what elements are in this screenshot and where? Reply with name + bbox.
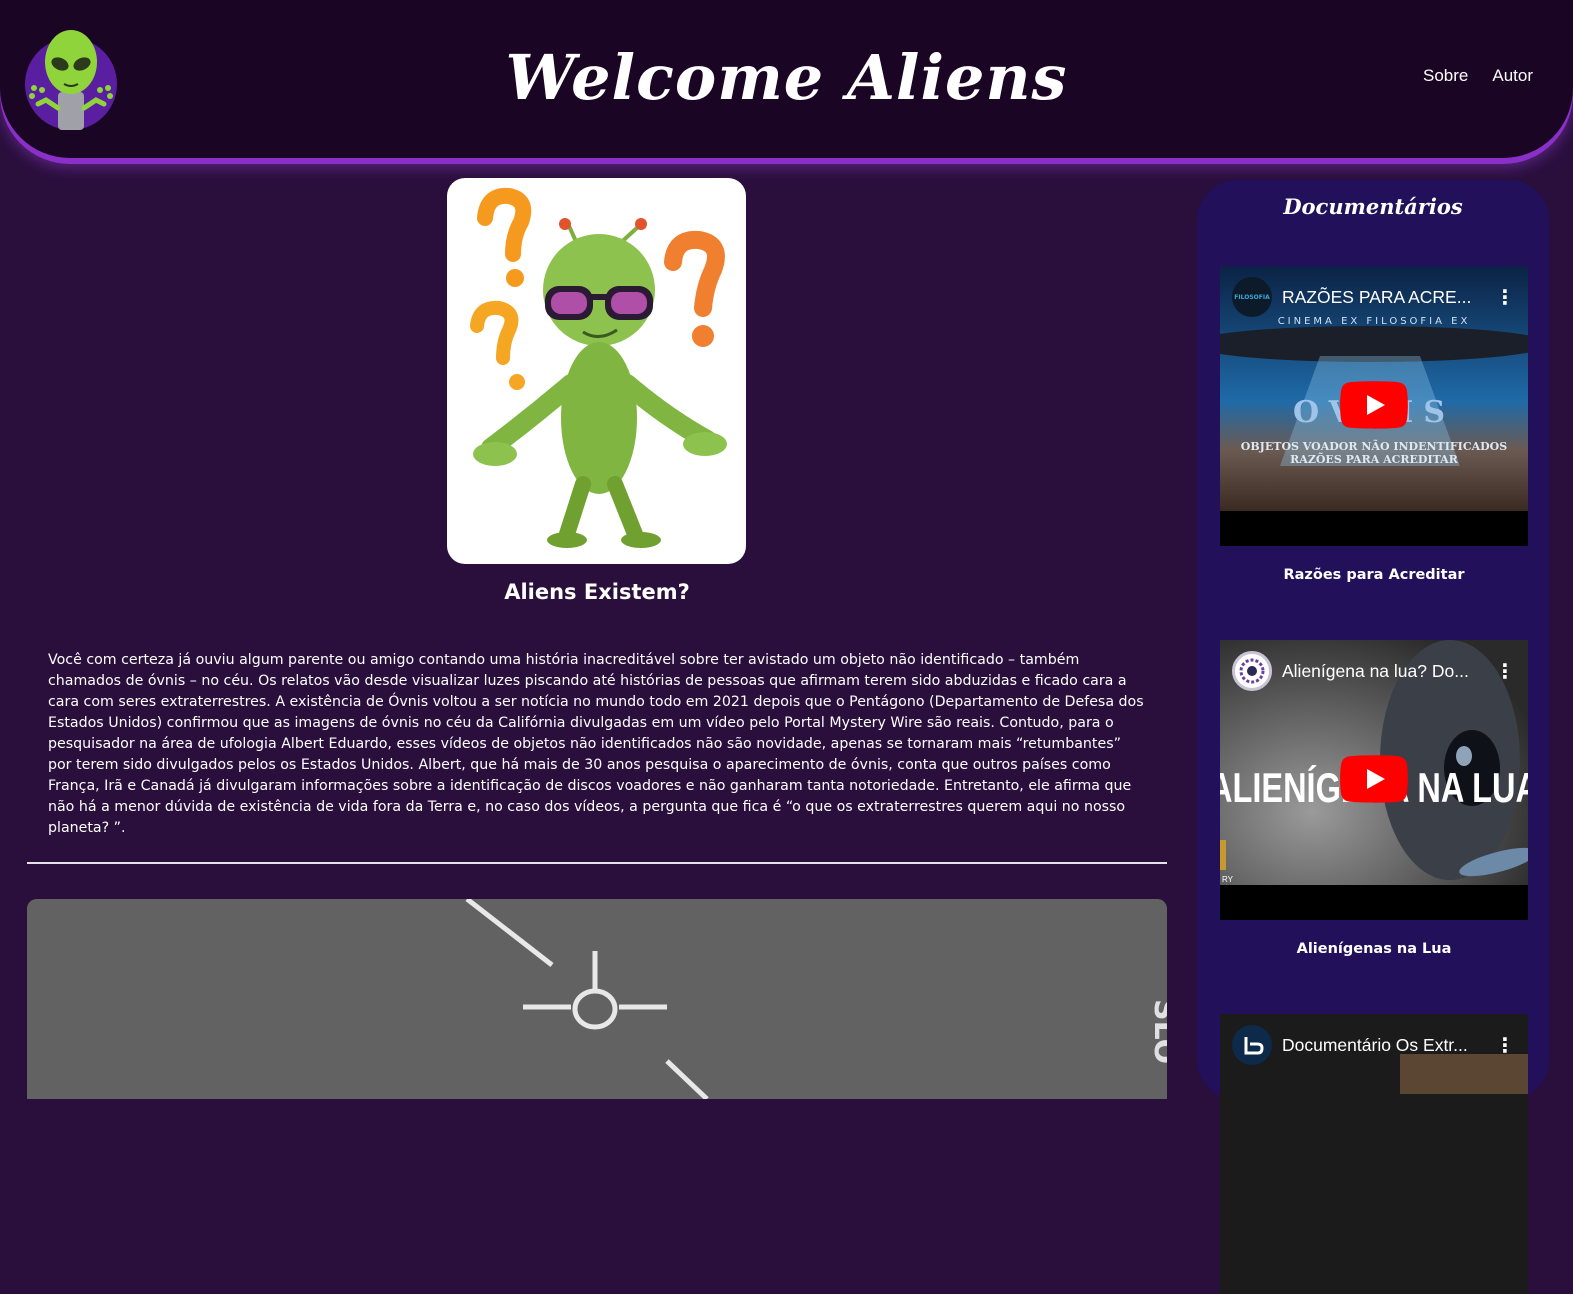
more-vert-icon[interactable]: ⋮	[1494, 1033, 1516, 1057]
thumb-corner-2: RY	[1222, 875, 1234, 884]
doc-header-3: Documentário Os Extr... ⋮	[1220, 1014, 1528, 1076]
ufo-video-player[interactable]: SLO	[27, 899, 1167, 1099]
video-title-3[interactable]: Documentário Os Extr...	[1282, 1035, 1494, 1056]
video-title-1[interactable]: RAZÕES PARA ACRE...	[1282, 287, 1494, 308]
doc-label-2: Alienígenas na Lua	[1296, 941, 1452, 957]
doc-header-1: FILOSOFIA RAZÕES PARA ACRE... ⋮	[1220, 266, 1528, 328]
article-text: Você com certeza já ouviu algum parente …	[48, 652, 1144, 836]
channel-avatar-3[interactable]	[1232, 1025, 1272, 1065]
more-vert-icon[interactable]: ⋮	[1494, 659, 1516, 683]
nav-link-sobre[interactable]: Sobre	[1423, 66, 1468, 86]
site-header: Welcome Aliens Sobre Autor	[0, 0, 1573, 158]
doc-card-1: CINEMA EX FILOSOFIA EX OVNIS OBJETOS VOA…	[1220, 266, 1528, 583]
youtube-embed-1[interactable]: CINEMA EX FILOSOFIA EX OVNIS OBJETOS VOA…	[1220, 266, 1528, 546]
channel-avatar-1[interactable]: FILOSOFIA	[1232, 277, 1272, 317]
doc-label-1: Razões para Acreditar	[1283, 567, 1465, 583]
doc-card-3: Documentário Os Extr... ⋮	[1220, 1014, 1528, 1294]
channel-avatar-text-1: FILOSOFIA	[1234, 293, 1270, 301]
site-title: Welcome Aliens	[505, 41, 1068, 114]
more-vert-icon[interactable]: ⋮	[1494, 285, 1516, 309]
video-title-2[interactable]: Alienígena na lua? Do...	[1282, 661, 1494, 682]
youtube-play-icon[interactable]	[1340, 755, 1408, 803]
confused-alien-illustration	[470, 187, 727, 548]
nav-link-autor[interactable]: Autor	[1492, 66, 1533, 86]
channel-avatar-2[interactable]	[1232, 651, 1272, 691]
youtube-embed-2[interactable]: ALIENÍGENA NA LUA RY Alienígena na lua? …	[1220, 640, 1528, 920]
youtube-play-icon[interactable]	[1340, 381, 1408, 429]
channel-logo-icon	[1239, 658, 1265, 684]
hero-image-card	[447, 178, 746, 564]
thumb-caption-1a: OBJETOS VOADOR NÃO INDENTIFICADOS	[1241, 439, 1507, 453]
documentaries-sidebar: Documentários CINEMA EX FILOSOFIA EX OBJ…	[1197, 180, 1549, 1294]
main-content: Aliens Existem? Você com certeza já ouvi…	[27, 178, 1167, 1099]
doc-header-2: Alienígena na lua? Do... ⋮	[1220, 640, 1528, 702]
section-divider	[27, 862, 1167, 864]
doc-card-2: ALIENÍGENA NA LUA RY Alienígena na lua? …	[1220, 640, 1528, 957]
ufo-footage-frame: SLO	[27, 899, 1167, 1099]
thumb-caption-1b: RAZÕES PARA ACREDITAR	[1290, 452, 1459, 466]
channel-logo-icon	[1244, 1037, 1264, 1055]
main-nav: Sobre Autor	[1423, 66, 1533, 86]
video-overlay-text: SLO	[1147, 999, 1167, 1064]
hero-title: Aliens Existem?	[504, 580, 690, 604]
sidebar-title: Documentários	[1283, 194, 1463, 219]
youtube-embed-3[interactable]: Documentário Os Extr... ⋮	[1220, 1014, 1528, 1294]
